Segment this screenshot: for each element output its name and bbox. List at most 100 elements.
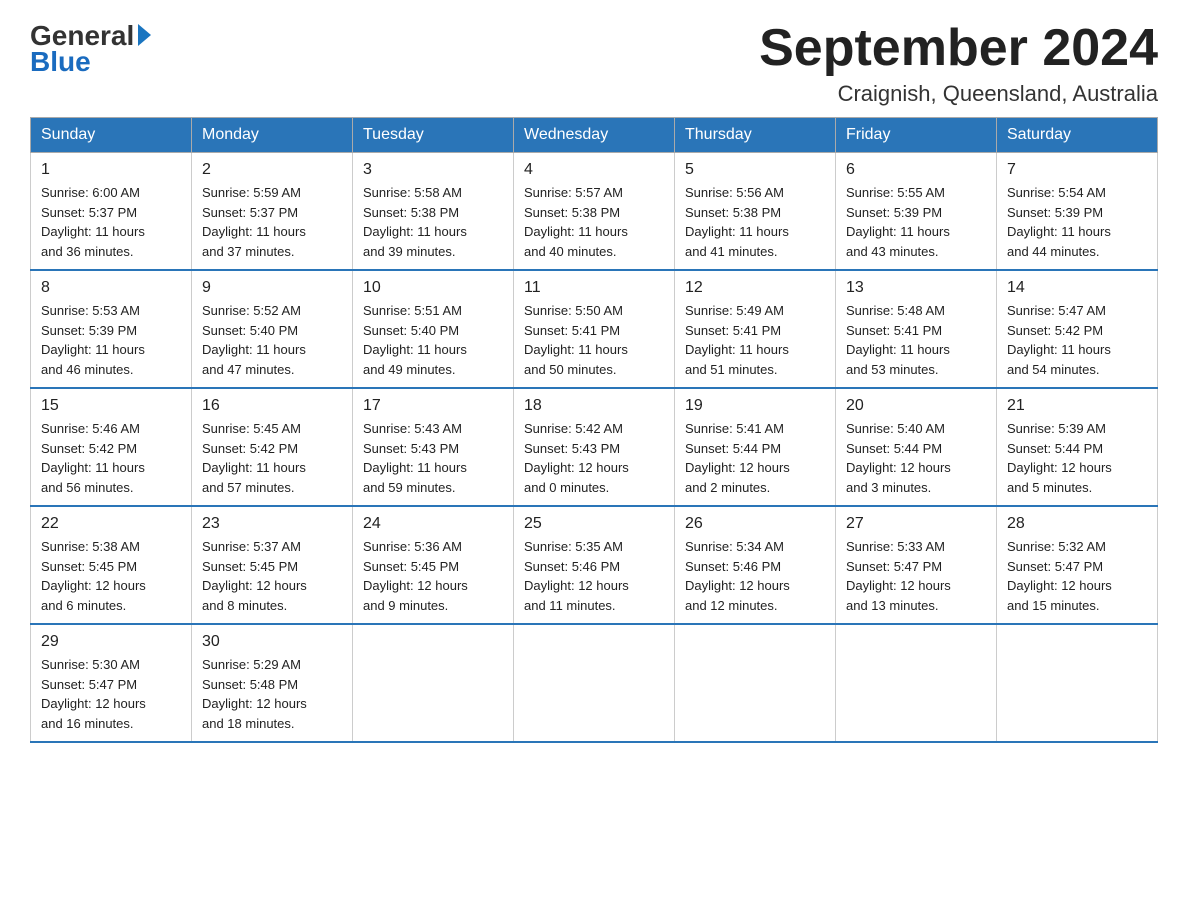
day-number: 12 <box>685 279 825 297</box>
calendar-day-cell: 13 Sunrise: 5:48 AMSunset: 5:41 PMDayligh… <box>836 270 997 388</box>
day-number: 13 <box>846 279 986 297</box>
day-info: Sunrise: 5:40 AMSunset: 5:44 PMDaylight:… <box>846 419 986 497</box>
day-of-week-header: Tuesday <box>353 118 514 153</box>
day-number: 8 <box>41 279 181 297</box>
logo: General Blue <box>30 20 151 78</box>
calendar-week-row: 15 Sunrise: 5:46 AMSunset: 5:42 PMDayligh… <box>31 388 1158 506</box>
day-info: Sunrise: 5:39 AMSunset: 5:44 PMDaylight:… <box>1007 419 1147 497</box>
day-number: 6 <box>846 161 986 179</box>
day-number: 11 <box>524 279 664 297</box>
calendar-day-cell: 21 Sunrise: 5:39 AMSunset: 5:44 PMDayligh… <box>997 388 1158 506</box>
day-info: Sunrise: 5:45 AMSunset: 5:42 PMDaylight:… <box>202 419 342 497</box>
day-number: 30 <box>202 633 342 651</box>
day-of-week-header: Thursday <box>675 118 836 153</box>
day-info: Sunrise: 5:57 AMSunset: 5:38 PMDaylight:… <box>524 183 664 261</box>
calendar-week-row: 29 Sunrise: 5:30 AMSunset: 5:47 PMDayligh… <box>31 624 1158 742</box>
day-info: Sunrise: 5:29 AMSunset: 5:48 PMDaylight:… <box>202 655 342 733</box>
day-info: Sunrise: 5:46 AMSunset: 5:42 PMDaylight:… <box>41 419 181 497</box>
day-number: 21 <box>1007 397 1147 415</box>
day-number: 29 <box>41 633 181 651</box>
day-info: Sunrise: 5:58 AMSunset: 5:38 PMDaylight:… <box>363 183 503 261</box>
day-info: Sunrise: 5:59 AMSunset: 5:37 PMDaylight:… <box>202 183 342 261</box>
day-info: Sunrise: 5:36 AMSunset: 5:45 PMDaylight:… <box>363 537 503 615</box>
month-title: September 2024 <box>759 20 1158 77</box>
day-number: 16 <box>202 397 342 415</box>
calendar-day-cell: 6 Sunrise: 5:55 AMSunset: 5:39 PMDaylight… <box>836 153 997 271</box>
day-of-week-header: Sunday <box>31 118 192 153</box>
day-info: Sunrise: 5:37 AMSunset: 5:45 PMDaylight:… <box>202 537 342 615</box>
day-number: 1 <box>41 161 181 179</box>
day-of-week-header: Saturday <box>997 118 1158 153</box>
calendar-header-row: SundayMondayTuesdayWednesdayThursdayFrid… <box>31 118 1158 153</box>
day-info: Sunrise: 5:48 AMSunset: 5:41 PMDaylight:… <box>846 301 986 379</box>
day-info: Sunrise: 5:52 AMSunset: 5:40 PMDaylight:… <box>202 301 342 379</box>
calendar-day-cell: 23Sunrise: 5:37 AMSunset: 5:45 PMDayligh… <box>192 506 353 624</box>
day-number: 10 <box>363 279 503 297</box>
day-info: Sunrise: 5:47 AMSunset: 5:42 PMDaylight:… <box>1007 301 1147 379</box>
day-number: 2 <box>202 161 342 179</box>
calendar-day-cell: 24 Sunrise: 5:36 AMSunset: 5:45 PMDayligh… <box>353 506 514 624</box>
calendar-day-cell: 14 Sunrise: 5:47 AMSunset: 5:42 PMDayligh… <box>997 270 1158 388</box>
calendar-day-cell: 22 Sunrise: 5:38 AMSunset: 5:45 PMDayligh… <box>31 506 192 624</box>
day-number: 7 <box>1007 161 1147 179</box>
day-number: 19 <box>685 397 825 415</box>
day-number: 20 <box>846 397 986 415</box>
day-number: 27 <box>846 515 986 533</box>
calendar-day-cell <box>675 624 836 742</box>
logo-blue-text: Blue <box>30 46 91 77</box>
calendar-day-cell <box>836 624 997 742</box>
day-number: 22 <box>41 515 181 533</box>
calendar-day-cell: 8 Sunrise: 5:53 AMSunset: 5:39 PMDaylight… <box>31 270 192 388</box>
page-header: General Blue September 2024 Craignish, Q… <box>30 20 1158 107</box>
calendar-day-cell <box>514 624 675 742</box>
day-number: 26 <box>685 515 825 533</box>
calendar-day-cell: 19 Sunrise: 5:41 AMSunset: 5:44 PMDayligh… <box>675 388 836 506</box>
day-info: Sunrise: 5:41 AMSunset: 5:44 PMDaylight:… <box>685 419 825 497</box>
day-number: 24 <box>363 515 503 533</box>
day-number: 17 <box>363 397 503 415</box>
day-info: Sunrise: 5:34 AMSunset: 5:46 PMDaylight:… <box>685 537 825 615</box>
day-info: Sunrise: 5:32 AMSunset: 5:47 PMDaylight:… <box>1007 537 1147 615</box>
calendar-day-cell: 2 Sunrise: 5:59 AMSunset: 5:37 PMDaylight… <box>192 153 353 271</box>
calendar-table: SundayMondayTuesdayWednesdayThursdayFrid… <box>30 117 1158 743</box>
calendar-day-cell: 10 Sunrise: 5:51 AMSunset: 5:40 PMDayligh… <box>353 270 514 388</box>
day-number: 14 <box>1007 279 1147 297</box>
day-info: Sunrise: 5:56 AMSunset: 5:38 PMDaylight:… <box>685 183 825 261</box>
day-info: Sunrise: 5:43 AMSunset: 5:43 PMDaylight:… <box>363 419 503 497</box>
day-info: Sunrise: 5:38 AMSunset: 5:45 PMDaylight:… <box>41 537 181 615</box>
day-info: Sunrise: 5:42 AMSunset: 5:43 PMDaylight:… <box>524 419 664 497</box>
calendar-day-cell: 3Sunrise: 5:58 AMSunset: 5:38 PMDaylight… <box>353 153 514 271</box>
day-number: 5 <box>685 161 825 179</box>
day-info: Sunrise: 5:53 AMSunset: 5:39 PMDaylight:… <box>41 301 181 379</box>
day-of-week-header: Monday <box>192 118 353 153</box>
day-info: Sunrise: 5:55 AMSunset: 5:39 PMDaylight:… <box>846 183 986 261</box>
calendar-week-row: 8 Sunrise: 5:53 AMSunset: 5:39 PMDaylight… <box>31 270 1158 388</box>
day-of-week-header: Friday <box>836 118 997 153</box>
day-of-week-header: Wednesday <box>514 118 675 153</box>
calendar-week-row: 1Sunrise: 6:00 AMSunset: 5:37 PMDaylight… <box>31 153 1158 271</box>
day-info: Sunrise: 5:49 AMSunset: 5:41 PMDaylight:… <box>685 301 825 379</box>
day-info: Sunrise: 5:50 AMSunset: 5:41 PMDaylight:… <box>524 301 664 379</box>
calendar-day-cell: 27 Sunrise: 5:33 AMSunset: 5:47 PMDayligh… <box>836 506 997 624</box>
calendar-day-cell: 29 Sunrise: 5:30 AMSunset: 5:47 PMDayligh… <box>31 624 192 742</box>
day-info: Sunrise: 5:30 AMSunset: 5:47 PMDaylight:… <box>41 655 181 733</box>
day-number: 15 <box>41 397 181 415</box>
day-number: 28 <box>1007 515 1147 533</box>
calendar-day-cell: 12 Sunrise: 5:49 AMSunset: 5:41 PMDayligh… <box>675 270 836 388</box>
calendar-day-cell: 25 Sunrise: 5:35 AMSunset: 5:46 PMDayligh… <box>514 506 675 624</box>
day-info: Sunrise: 5:33 AMSunset: 5:47 PMDaylight:… <box>846 537 986 615</box>
calendar-week-row: 22 Sunrise: 5:38 AMSunset: 5:45 PMDayligh… <box>31 506 1158 624</box>
day-info: Sunrise: 5:35 AMSunset: 5:46 PMDaylight:… <box>524 537 664 615</box>
calendar-day-cell: 5 Sunrise: 5:56 AMSunset: 5:38 PMDaylight… <box>675 153 836 271</box>
day-number: 9 <box>202 279 342 297</box>
calendar-day-cell: 26 Sunrise: 5:34 AMSunset: 5:46 PMDayligh… <box>675 506 836 624</box>
calendar-day-cell <box>353 624 514 742</box>
day-number: 25 <box>524 515 664 533</box>
location-title: Craignish, Queensland, Australia <box>759 81 1158 107</box>
day-number: 4 <box>524 161 664 179</box>
day-info: Sunrise: 5:51 AMSunset: 5:40 PMDaylight:… <box>363 301 503 379</box>
calendar-day-cell: 28 Sunrise: 5:32 AMSunset: 5:47 PMDayligh… <box>997 506 1158 624</box>
day-info: Sunrise: 5:54 AMSunset: 5:39 PMDaylight:… <box>1007 183 1147 261</box>
calendar-day-cell: 30 Sunrise: 5:29 AMSunset: 5:48 PMDayligh… <box>192 624 353 742</box>
calendar-day-cell: 11 Sunrise: 5:50 AMSunset: 5:41 PMDayligh… <box>514 270 675 388</box>
